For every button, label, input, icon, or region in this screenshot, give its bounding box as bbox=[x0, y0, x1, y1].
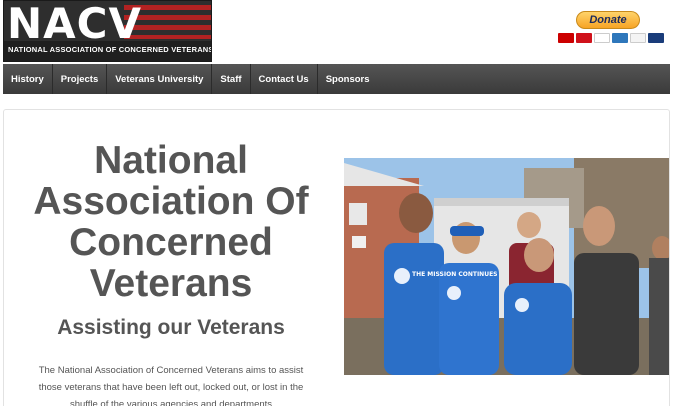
nav-veterans-university[interactable]: Veterans University bbox=[107, 64, 213, 94]
donate-button[interactable]: Donate bbox=[576, 11, 640, 29]
page-title: National Association Of Concerned Vetera… bbox=[33, 139, 309, 305]
visa-icon bbox=[594, 33, 610, 43]
nav-history[interactable]: History bbox=[3, 64, 53, 94]
maestro-icon bbox=[576, 33, 592, 43]
nav-projects[interactable]: Projects bbox=[53, 64, 108, 94]
payment-cards bbox=[558, 33, 664, 43]
main-nav: History Projects Veterans University Sta… bbox=[3, 64, 670, 94]
nav-sponsors[interactable]: Sponsors bbox=[318, 64, 378, 94]
logo-subtitle: NATIONAL ASSOCIATION OF CONCERNED VETERA… bbox=[8, 45, 212, 54]
logo-text: NACV bbox=[7, 0, 142, 48]
page-subtitle: Assisting our Veterans bbox=[57, 316, 285, 339]
discover-icon bbox=[630, 33, 646, 43]
nav-contact-us[interactable]: Contact Us bbox=[251, 64, 318, 94]
intro-paragraph: The National Association of Concerned Ve… bbox=[38, 365, 304, 406]
shirt-logo-text: THE MISSION CONTINUES bbox=[412, 271, 498, 278]
mastercard-icon bbox=[558, 33, 574, 43]
nacv-logo[interactable]: NACV NATIONAL ASSOCIATION OF CONCERNED V… bbox=[3, 0, 212, 62]
bank-icon bbox=[648, 33, 664, 43]
nav-staff[interactable]: Staff bbox=[212, 64, 251, 94]
amex-icon bbox=[612, 33, 628, 43]
main-content: National Association Of Concerned Vetera… bbox=[3, 109, 670, 406]
volunteers-photo: THE MISSION CONTINUES bbox=[344, 158, 669, 375]
